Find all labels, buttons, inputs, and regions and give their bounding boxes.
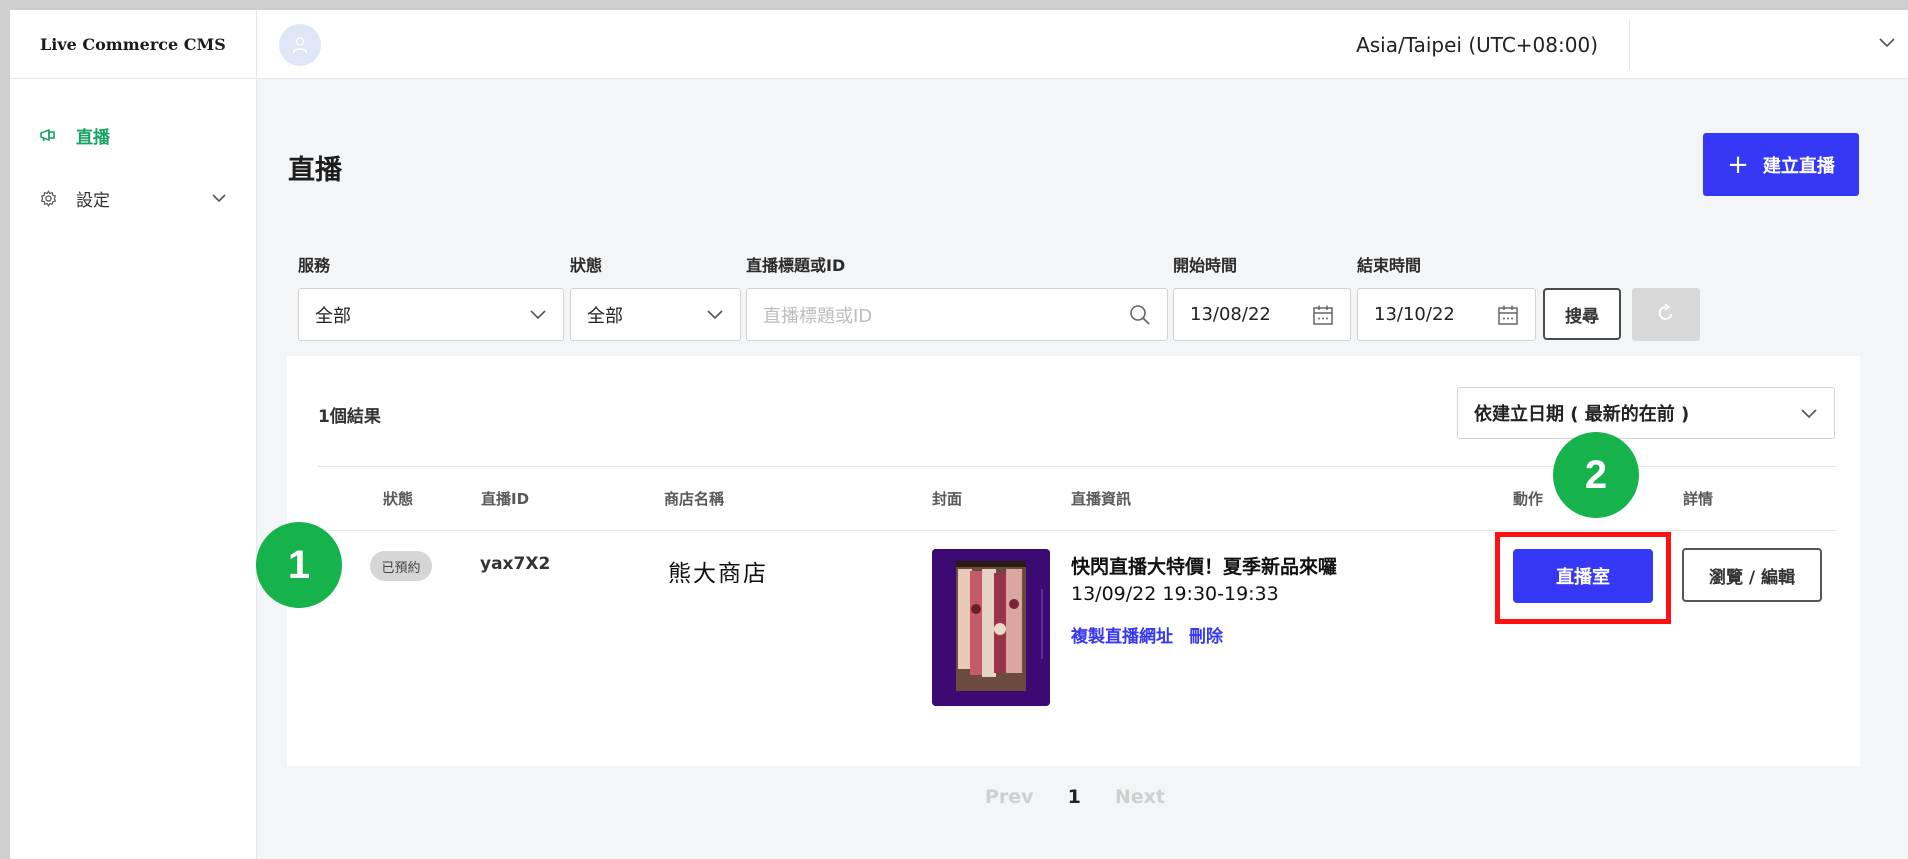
refresh-icon xyxy=(1656,302,1676,327)
view-edit-button[interactable]: 瀏覽 / 編輯 xyxy=(1682,548,1822,602)
start-date-label: 開始時間 xyxy=(1173,256,1238,275)
reset-button[interactable] xyxy=(1632,288,1700,341)
results-card: 1個結果 依建立日期 ( 最新的在前 ) 狀態 直播ID 商店名稱 封面 直播資… xyxy=(287,356,1860,766)
sort-select-value: 依建立日期 ( 最新的在前 ) xyxy=(1474,404,1690,425)
step-marker-1: 1 xyxy=(256,522,342,608)
column-header-detail: 詳情 xyxy=(1683,490,1714,508)
live-time: 13/09/22 19:30-19:33 xyxy=(1071,583,1279,605)
status-select[interactable]: 全部 xyxy=(570,288,741,341)
service-select-value: 全部 xyxy=(315,305,351,327)
end-date-value: 13/10/22 xyxy=(1374,304,1455,325)
sidebar-item-label: 直播 xyxy=(76,127,110,148)
prev-page-button[interactable]: Prev xyxy=(985,786,1034,808)
calendar-icon[interactable] xyxy=(1312,304,1334,331)
timezone-label: Asia/Taipei (UTC+08:00) xyxy=(1356,32,1598,57)
live-links: 複製直播網址 刪除 xyxy=(1071,622,1223,647)
chevron-down-icon xyxy=(706,305,724,326)
end-date-label: 結束時間 xyxy=(1357,256,1422,275)
live-room-button[interactable]: 直播室 xyxy=(1513,549,1653,603)
search-icon[interactable] xyxy=(1129,304,1151,331)
pagination: Prev 1 Next xyxy=(985,786,1165,808)
sidebar-item-settings[interactable]: 設定 xyxy=(10,178,257,218)
keyword-filter-label: 直播標題或ID xyxy=(746,256,846,275)
result-count: 1個結果 xyxy=(318,407,381,427)
current-page[interactable]: 1 xyxy=(1068,786,1081,808)
copy-url-link[interactable]: 複製直播網址 xyxy=(1071,622,1173,647)
chevron-down-icon xyxy=(529,305,547,326)
column-header-cover: 封面 xyxy=(932,490,963,508)
live-id: yax7X2 xyxy=(480,554,551,574)
page-title: 直播 xyxy=(288,155,342,186)
live-title: 快閃直播大特價！夏季新品來囉 xyxy=(1071,556,1338,578)
start-date-input[interactable]: 13/08/22 xyxy=(1173,288,1351,341)
create-live-button[interactable]: + 建立直播 xyxy=(1703,133,1859,196)
sidebar: Live Commerce CMS 直播 設定 xyxy=(10,10,257,859)
column-header-info: 直播資訊 xyxy=(1071,490,1132,508)
gear-icon xyxy=(38,188,58,208)
sidebar-item-live[interactable]: 直播 xyxy=(10,115,257,155)
column-header-id: 直播ID xyxy=(481,490,530,508)
header-divider xyxy=(1629,20,1630,70)
column-header-status: 狀態 xyxy=(383,490,414,508)
chevron-down-icon[interactable] xyxy=(1878,34,1896,53)
create-live-label: 建立直播 xyxy=(1762,155,1835,177)
status-filter-label: 狀態 xyxy=(570,256,603,275)
top-bar: Asia/Taipei (UTC+08:00) xyxy=(257,10,1908,79)
next-page-button[interactable]: Next xyxy=(1115,786,1165,808)
search-button[interactable]: 搜尋 xyxy=(1543,288,1621,340)
step-marker-2: 2 xyxy=(1553,432,1639,518)
shop-name: 熊大商店 xyxy=(668,561,768,587)
cover-image xyxy=(932,549,1050,706)
megaphone-icon xyxy=(38,125,58,145)
service-select[interactable]: 全部 xyxy=(298,288,564,341)
status-badge: 已預約 xyxy=(370,551,432,581)
chevron-down-icon[interactable] xyxy=(212,188,226,208)
sidebar-item-label: 設定 xyxy=(76,190,110,211)
calendar-icon[interactable] xyxy=(1497,304,1519,331)
brand-logo: Live Commerce CMS xyxy=(10,10,257,79)
start-date-value: 13/08/22 xyxy=(1190,304,1271,325)
table-divider xyxy=(318,530,1836,531)
sort-select[interactable]: 依建立日期 ( 最新的在前 ) xyxy=(1457,387,1835,439)
keyword-input[interactable]: 直播標題或ID xyxy=(746,288,1168,341)
chevron-down-icon xyxy=(1800,404,1818,425)
column-header-action: 動作 xyxy=(1513,490,1544,508)
delete-link[interactable]: 刪除 xyxy=(1189,622,1223,647)
column-header-shop: 商店名稱 xyxy=(664,490,725,508)
service-filter-label: 服務 xyxy=(298,256,331,275)
avatar[interactable] xyxy=(279,24,321,66)
plus-icon: + xyxy=(1727,149,1749,180)
keyword-input-placeholder: 直播標題或ID xyxy=(763,305,873,327)
end-date-input[interactable]: 13/10/22 xyxy=(1357,288,1536,341)
status-select-value: 全部 xyxy=(587,305,623,327)
